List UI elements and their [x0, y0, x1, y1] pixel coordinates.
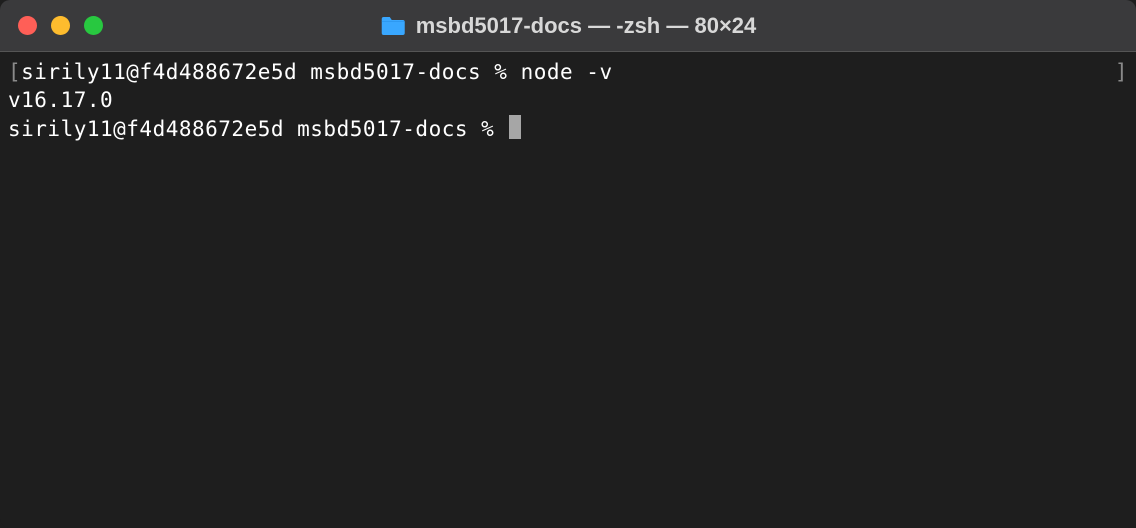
titlebar[interactable]: msbd5017-docs — -zsh — 80×24	[0, 0, 1136, 52]
right-bracket: ]	[1115, 58, 1128, 86]
terminal-body[interactable]: [sirily11@f4d488672e5d msbd5017-docs % n…	[0, 52, 1136, 528]
terminal-line-2: v16.17.0	[8, 86, 1128, 114]
output-1: v16.17.0	[8, 86, 113, 114]
prompt-1: sirily11@f4d488672e5d msbd5017-docs %	[21, 60, 520, 84]
maximize-button[interactable]	[84, 16, 103, 35]
minimize-button[interactable]	[51, 16, 70, 35]
terminal-window: msbd5017-docs — -zsh — 80×24 [sirily11@f…	[0, 0, 1136, 528]
folder-icon	[380, 15, 406, 37]
terminal-line-1: [sirily11@f4d488672e5d msbd5017-docs % n…	[8, 58, 1128, 86]
line1-left: [sirily11@f4d488672e5d msbd5017-docs % n…	[8, 58, 613, 86]
traffic-lights	[18, 16, 103, 35]
left-bracket: [	[8, 60, 21, 84]
window-title: msbd5017-docs — -zsh — 80×24	[416, 13, 757, 39]
close-button[interactable]	[18, 16, 37, 35]
window-title-group: msbd5017-docs — -zsh — 80×24	[380, 13, 757, 39]
cursor	[509, 115, 521, 139]
command-1: node -v	[521, 60, 613, 84]
terminal-line-3: sirily11@f4d488672e5d msbd5017-docs %	[8, 115, 1128, 143]
prompt-2: sirily11@f4d488672e5d msbd5017-docs %	[8, 115, 507, 143]
